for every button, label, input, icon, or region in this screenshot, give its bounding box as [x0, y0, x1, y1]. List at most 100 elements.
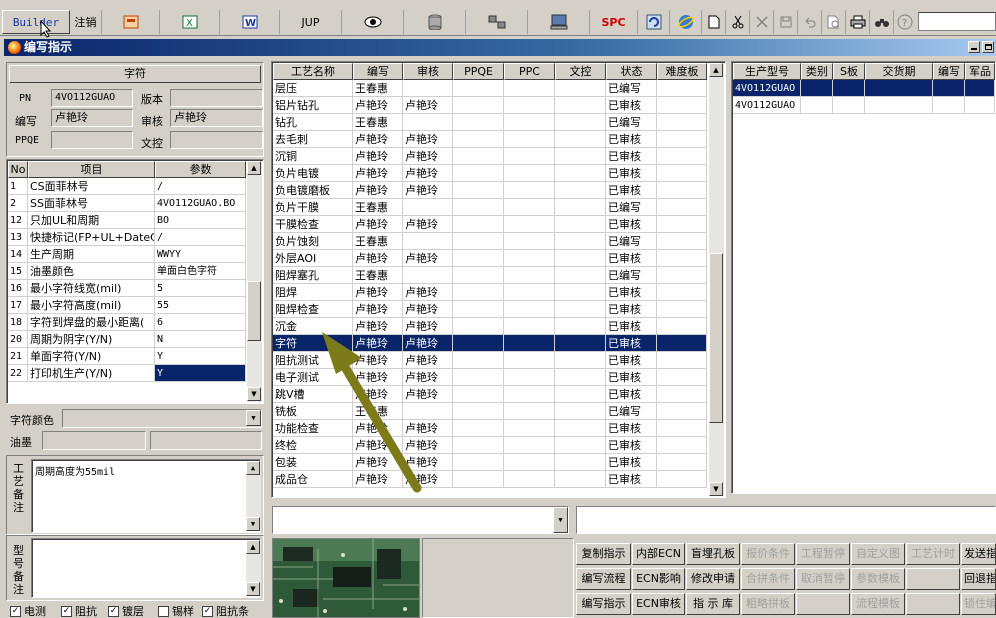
process-row[interactable]: 干膜检查 卢艳玲 卢艳玲 已审核	[273, 216, 707, 233]
process-col-writer[interactable]: 编写	[353, 63, 403, 80]
param-row[interactable]: 22 打印机生产(Y/N) Y	[8, 365, 246, 382]
action-button-row1-1[interactable]: 内部ECN	[632, 543, 685, 565]
param-row[interactable]: 1 CS面菲林号 /	[8, 178, 246, 195]
process-col-doc[interactable]: 文控	[555, 63, 606, 80]
scroll-down-icon[interactable]: ▼	[709, 482, 723, 496]
spc-button[interactable]: SPC	[590, 10, 638, 34]
help-icon[interactable]: ?	[894, 10, 916, 34]
calculator-icon[interactable]	[102, 10, 160, 34]
model-col-military[interactable]: 军品	[965, 63, 995, 80]
scroll-down-icon[interactable]: ▼	[247, 387, 261, 401]
param-row[interactable]: 2 SS面菲林号 4VO112GUAO.BO	[8, 195, 246, 212]
process-row[interactable]: 功能检查 卢艳玲 卢艳玲 已审核	[273, 420, 707, 437]
checkbox-2[interactable]: ✓ 镀层	[108, 603, 144, 618]
process-col-reviewer[interactable]: 审核	[403, 63, 453, 80]
computer-icon[interactable]	[528, 10, 590, 34]
ink-field-2[interactable]	[150, 431, 262, 450]
process-row[interactable]: 阻抗测试 卢艳玲 卢艳玲 已审核	[273, 352, 707, 369]
checkbox-checked-icon[interactable]: ✓	[202, 605, 213, 617]
logout-button[interactable]: 注销	[70, 10, 102, 34]
process-row[interactable]: 铣板 王春惠 已编写	[273, 403, 707, 420]
checkbox-3[interactable]: 锡样	[158, 603, 194, 618]
undo-icon[interactable]	[798, 10, 822, 34]
action-button-row1-0[interactable]: 复制指示	[576, 543, 631, 565]
eye-icon[interactable]	[342, 10, 404, 34]
param-row[interactable]: 21 单面字符(Y/N) Y	[8, 348, 246, 365]
doc-control-field[interactable]	[170, 131, 263, 149]
param-row[interactable]: 20 周期为阴字(Y/N) N	[8, 331, 246, 348]
process-row[interactable]: 去毛刺 卢艳玲 卢艳玲 已审核	[273, 131, 707, 148]
cut-icon[interactable]	[726, 10, 750, 34]
scroll-down-icon[interactable]: ▼	[246, 582, 260, 596]
param-row[interactable]: 17 最小字符高度(mil) 55	[8, 297, 246, 314]
pn-field[interactable]: 4VO112GUAO	[51, 89, 133, 107]
process-note-textarea[interactable]: 周期高度为55mil ▲ ▼	[31, 459, 261, 533]
process-row[interactable]: 外层AOI 卢艳玲 卢艳玲 已审核	[273, 250, 707, 267]
model-col-model[interactable]: 生产型号	[733, 63, 801, 80]
builder-button[interactable]: Builder	[2, 10, 70, 34]
model-row[interactable]: 4VO112GUAO	[733, 80, 995, 97]
process-row[interactable]: 电子测试 卢艳玲 卢艳玲 已审核	[273, 369, 707, 386]
checkbox-empty-icon[interactable]	[158, 605, 169, 617]
dropdown-arrow-icon[interactable]: ▼	[553, 507, 568, 533]
param-row[interactable]: 13 快捷标记(FP+UL+DateCo /	[8, 229, 246, 246]
scroll-down-icon[interactable]: ▼	[246, 517, 260, 531]
process-row[interactable]: 阻焊塞孔 王春惠 已编写	[273, 267, 707, 284]
checkbox-checked-icon[interactable]: ✓	[10, 605, 21, 617]
process-col-ppqe[interactable]: PPQE	[453, 63, 504, 80]
database-icon[interactable]	[404, 10, 466, 34]
checkbox-checked-icon[interactable]: ✓	[61, 605, 72, 617]
param-row[interactable]: 14 生产周期 WWYY	[8, 246, 246, 263]
model-note-textarea[interactable]: ▲ ▼	[31, 538, 261, 598]
process-row[interactable]: 负电镀磨板 卢艳玲 卢艳玲 已审核	[273, 182, 707, 199]
excel-icon[interactable]: X	[160, 10, 220, 34]
process-col-name[interactable]: 工艺名称	[273, 63, 353, 80]
minimize-button[interactable]	[968, 41, 980, 53]
param-col-item[interactable]: 项目	[28, 161, 155, 178]
action-button-row2-0[interactable]: 编写流程	[576, 568, 631, 590]
param-scrollbar[interactable]: ▲ ▼	[247, 161, 262, 402]
model-row[interactable]: 4VO112GUAO	[733, 97, 995, 114]
writer-field[interactable]: 卢艳玲	[51, 109, 133, 127]
save-icon[interactable]	[774, 10, 798, 34]
ink-field-1[interactable]	[42, 431, 146, 450]
process-row[interactable]: 层压 王春惠 已编写	[273, 80, 707, 97]
action-button-row2-2[interactable]: 修改申请	[686, 568, 740, 590]
reviewer-field[interactable]: 卢艳玲	[170, 109, 263, 127]
action-button-row1-2[interactable]: 盲埋孔板	[686, 543, 740, 565]
process-row[interactable]: 跳V槽 卢艳玲 卢艳玲 已审核	[273, 386, 707, 403]
process-col-difficulty[interactable]: 难度板	[657, 63, 707, 80]
model-col-s-board[interactable]: S板	[833, 63, 865, 80]
param-row[interactable]: 12 只加UL和周期 BO	[8, 212, 246, 229]
process-note-scrollbar[interactable]: ▲ ▼	[246, 461, 261, 531]
scroll-thumb[interactable]	[247, 281, 261, 341]
process-row[interactable]: 沉铜 卢艳玲 卢艳玲 已审核	[273, 148, 707, 165]
model-col-category[interactable]: 类别	[801, 63, 833, 80]
process-row[interactable]: 字符 卢艳玲 卢艳玲 已审核	[273, 335, 707, 352]
checkbox-0[interactable]: ✓ 电测	[10, 603, 46, 618]
model-col-writer[interactable]: 编写	[933, 63, 965, 80]
action-button-row3-2[interactable]: 指 示 库	[686, 593, 740, 615]
internet-icon[interactable]	[670, 10, 702, 34]
printer-icon[interactable]	[846, 10, 870, 34]
process-col-status[interactable]: 状态	[606, 63, 657, 80]
network-icon[interactable]	[466, 10, 528, 34]
param-col-param[interactable]: 参数	[155, 161, 246, 178]
param-row[interactable]: 15 油墨颜色 单面白色字符	[8, 263, 246, 280]
binoculars-icon[interactable]	[870, 10, 894, 34]
scroll-thumb[interactable]	[709, 253, 723, 423]
process-row[interactable]: 终检 卢艳玲 卢艳玲 已审核	[273, 437, 707, 454]
process-col-ppc[interactable]: PPC	[504, 63, 555, 80]
delete-icon[interactable]	[750, 10, 774, 34]
process-row[interactable]: 沉金 卢艳玲 卢艳玲 已审核	[273, 318, 707, 335]
remark-input[interactable]	[576, 506, 996, 534]
action-button-row3-1[interactable]: ECN审核	[632, 593, 685, 615]
checkbox-checked-icon[interactable]: ✓	[108, 605, 119, 617]
process-row[interactable]: 包装 卢艳玲 卢艳玲 已审核	[273, 454, 707, 471]
param-row[interactable]: 18 字符到焊盘的最小距离(6	[8, 314, 246, 331]
scroll-up-icon[interactable]: ▲	[246, 540, 260, 554]
maximize-button[interactable]	[982, 41, 994, 53]
model-note-scrollbar[interactable]: ▲ ▼	[246, 540, 261, 596]
jup-button[interactable]: JUP	[280, 10, 342, 34]
checkbox-4[interactable]: ✓ 阻抗条	[202, 603, 249, 618]
